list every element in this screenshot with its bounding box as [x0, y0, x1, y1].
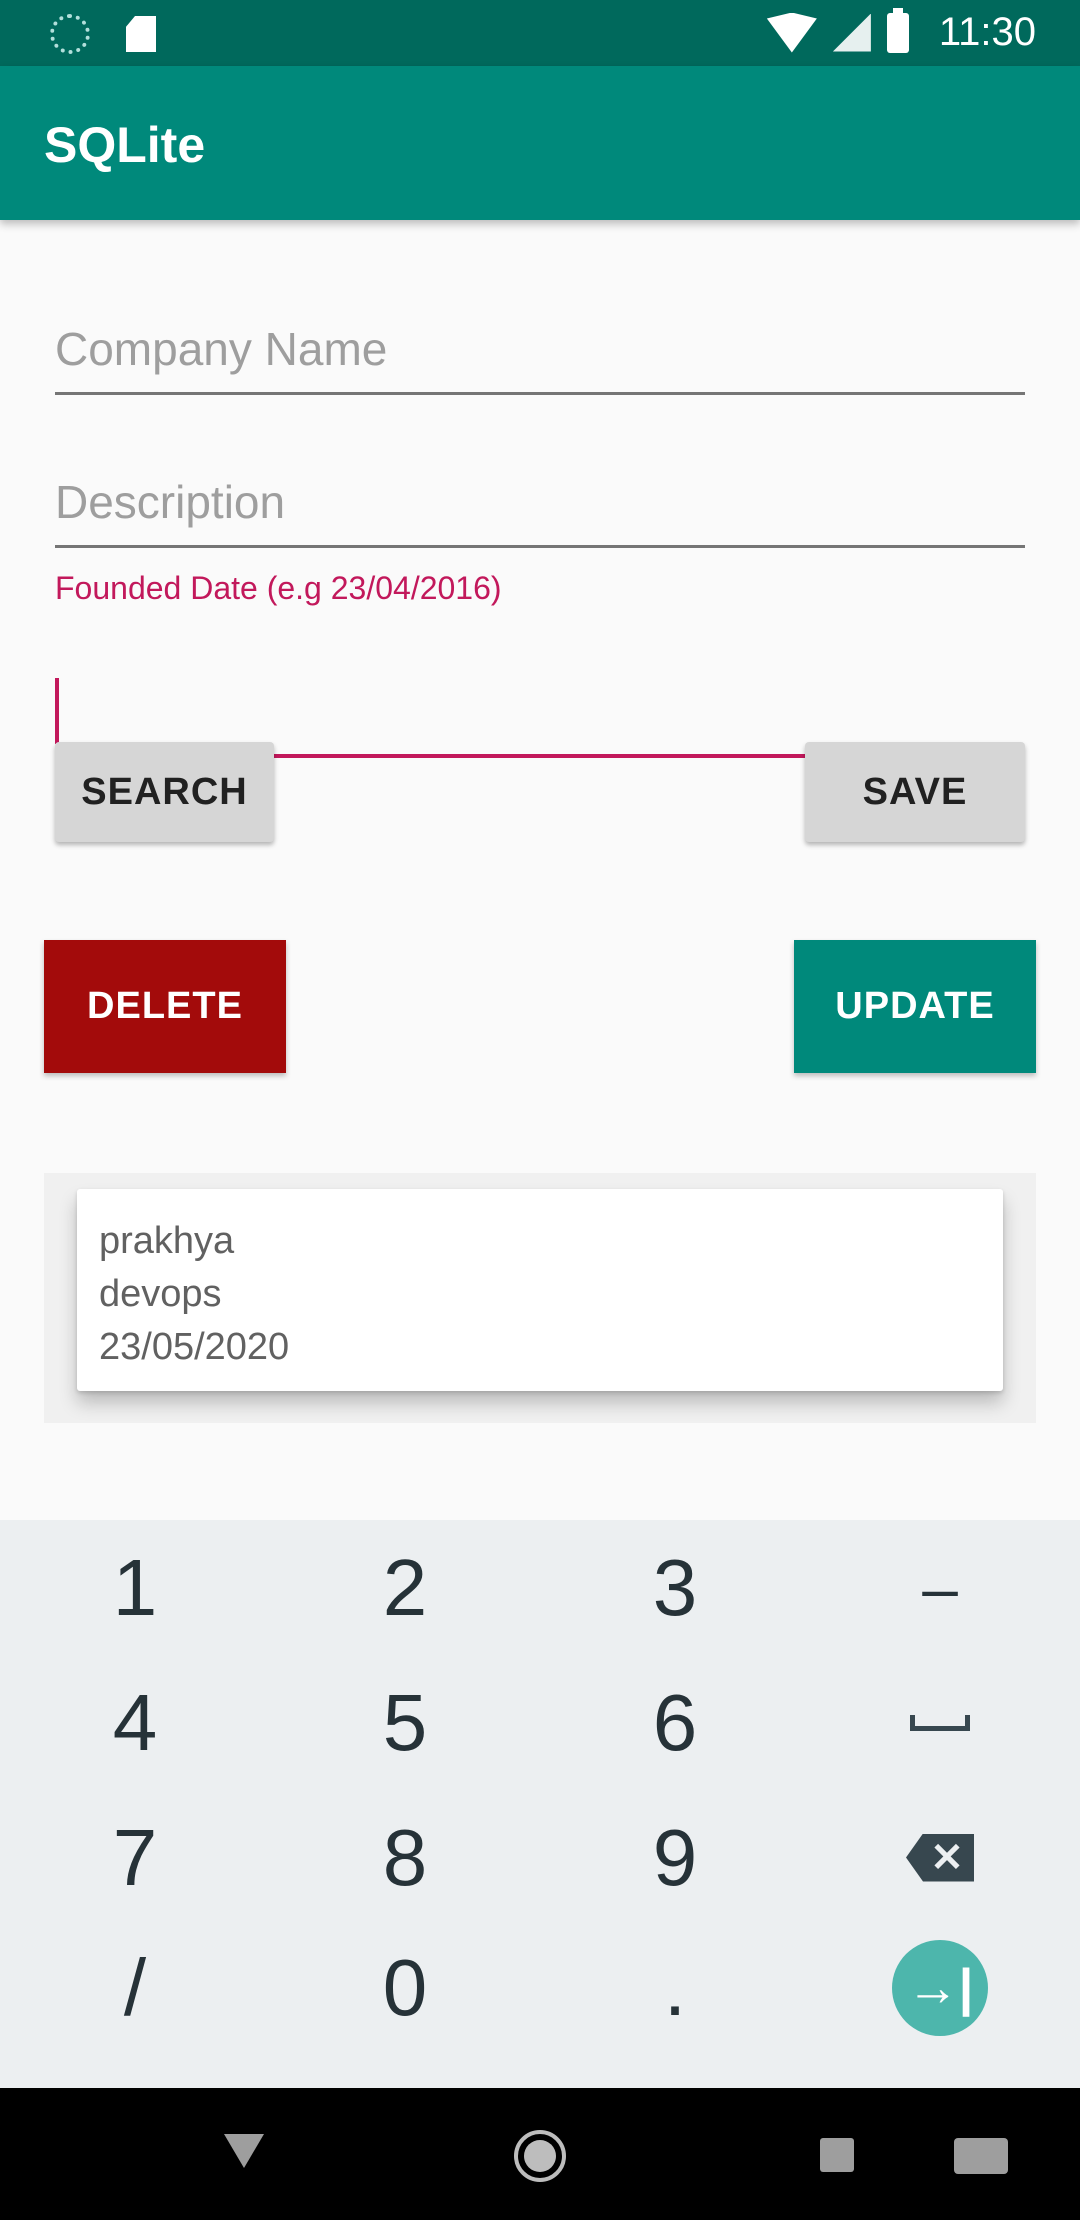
- status-time: 11:30: [938, 10, 1036, 54]
- save-button[interactable]: SAVE: [805, 742, 1025, 842]
- sd-card-icon: [126, 16, 156, 52]
- founded-date-label: Founded Date (e.g 23/04/2016): [55, 570, 502, 606]
- next-arrow-icon: →|: [892, 1939, 988, 2036]
- status-bar: 11:30: [0, 0, 1080, 66]
- record-description: devops: [99, 1273, 222, 1315]
- key-next[interactable]: →|: [805, 1920, 1075, 2055]
- key-period[interactable]: .: [540, 1920, 810, 2055]
- keyboard-switch-icon[interactable]: [954, 2138, 1008, 2174]
- key-4[interactable]: 4: [0, 1655, 270, 1790]
- key-1[interactable]: 1: [0, 1520, 270, 1655]
- key-dash[interactable]: –: [805, 1520, 1075, 1655]
- company-name-input[interactable]: [55, 315, 1025, 395]
- key-0[interactable]: 0: [270, 1920, 540, 2055]
- founded-date-input[interactable]: [55, 622, 1025, 742]
- sync-icon: [50, 14, 90, 54]
- back-icon[interactable]: [224, 2134, 264, 2168]
- numeric-keyboard: 1 2 3 – 4 5 6 7 8 9 ✕ / 0 . →|: [0, 1520, 1080, 2088]
- description-input[interactable]: [55, 468, 1025, 548]
- record-date: 23/05/2020: [99, 1326, 290, 1368]
- description-field: [55, 468, 1025, 548]
- battery-icon: [886, 7, 909, 53]
- recents-icon[interactable]: [820, 2138, 854, 2172]
- update-button[interactable]: UPDATE: [794, 940, 1036, 1073]
- key-2[interactable]: 2: [270, 1520, 540, 1655]
- founded-date-input-wrap: [55, 622, 1025, 758]
- founded-date-field: Founded Date (e.g 23/04/2016): [55, 570, 1025, 758]
- wifi-icon: [766, 12, 817, 53]
- key-space[interactable]: [805, 1655, 1075, 1790]
- text-cursor: [55, 678, 59, 744]
- record-card[interactable]: prakhya devops 23/05/2020: [77, 1189, 1003, 1391]
- key-5[interactable]: 5: [270, 1655, 540, 1790]
- signal-icon: [832, 13, 871, 52]
- app-title: SQLite: [44, 117, 206, 173]
- app-bar: SQLite: [0, 66, 1080, 220]
- key-9[interactable]: 9: [540, 1790, 810, 1925]
- key-slash[interactable]: /: [0, 1920, 270, 2055]
- records-list: prakhya devops 23/05/2020: [44, 1173, 1036, 1423]
- key-6[interactable]: 6: [540, 1655, 810, 1790]
- delete-button[interactable]: DELETE: [44, 940, 286, 1073]
- backspace-icon: ✕: [906, 1833, 974, 1882]
- company-name-field: [55, 315, 1025, 395]
- key-3[interactable]: 3: [540, 1520, 810, 1655]
- home-icon[interactable]: [514, 2130, 566, 2182]
- search-button[interactable]: SEARCH: [55, 742, 274, 842]
- record-name: prakhya: [99, 1220, 235, 1262]
- navigation-bar: [0, 2088, 1080, 2220]
- key-backspace[interactable]: ✕: [805, 1790, 1075, 1925]
- key-7[interactable]: 7: [0, 1790, 270, 1925]
- key-8[interactable]: 8: [270, 1790, 540, 1925]
- space-icon: [910, 1714, 970, 1731]
